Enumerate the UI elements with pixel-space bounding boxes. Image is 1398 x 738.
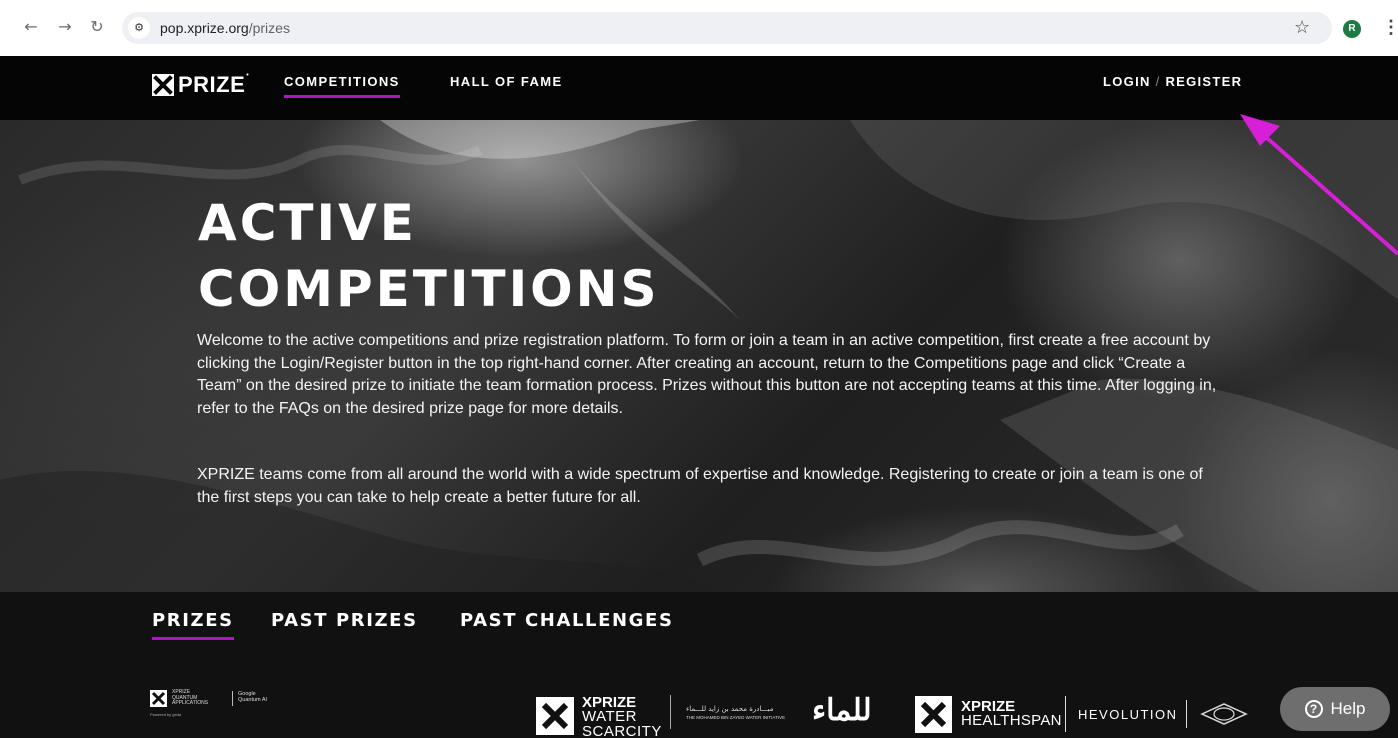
x-logo-icon [152,74,174,96]
google-quantum-logo: Google Quantum AI [238,691,268,703]
login-separator: / [1155,74,1161,89]
hero-banner: ACTIVE COMPETITIONS Welcome to the activ… [0,120,1398,592]
login-register[interactable]: LOGIN / REGISTER [1103,74,1242,89]
teams-paragraph: XPRIZE teams come from all around the wo… [197,466,1203,506]
forward-icon[interactable]: → [54,16,76,38]
bookmark-star-icon[interactable]: ☆ [1294,17,1310,39]
nav-hall-of-fame[interactable]: HALL OF FAME [450,74,563,89]
divider [1065,696,1066,732]
x-logo-icon [536,697,574,735]
powered-by-text: Powered by geda [150,712,182,717]
page-title: ACTIVE COMPETITIONS [198,194,660,318]
divider [1186,700,1187,728]
water-logo-line3: SCARCITY [582,723,662,738]
solve-fshd-logo [1200,703,1248,725]
divider [232,691,233,706]
nav-competitions[interactable]: COMPETITIONS [284,74,400,98]
address-bar[interactable]: ⚙ pop.xprize.org/prizes [122,12,1332,44]
intro-paragraph: Welcome to the active competitions and p… [197,332,1217,417]
site-header: PRIZE• COMPETITIONS HALL OF FAME LOGIN /… [0,56,1398,120]
x-logo-icon [150,690,167,707]
help-button[interactable]: ? Help [1280,687,1390,731]
browser-toolbar: ← → ↻ ⚙ pop.xprize.org/prizes ☆ R ⋮ [0,0,1398,56]
reload-icon[interactable]: ↻ [86,16,108,38]
tab-prizes[interactable]: PRIZES [152,610,234,640]
mbz-arabic-text: مبـــادرة محمد بن زايد للـــماء [686,705,774,713]
url-text[interactable]: pop.xprize.org/prizes [160,20,290,36]
xprize-logo[interactable]: PRIZE• [152,72,250,97]
tab-past-challenges[interactable]: PAST CHALLENGES [460,610,674,631]
quantum-logo-text: XPRIZE QUANTUM APPLICATIONS [172,689,209,706]
help-label: Help [1330,699,1366,718]
annotation-arrow [1240,114,1398,256]
hevolution-logo: HEVOLUTION [1078,707,1178,722]
healthspan-logo-line2: HEALTHSPAN [961,712,1062,729]
site-settings-icon[interactable]: ⚙ [128,17,150,39]
divider [670,695,671,729]
arabic-water-wordmark: للماء [812,693,872,728]
login-link[interactable]: LOGIN [1103,74,1151,89]
profile-avatar[interactable]: R [1343,20,1361,38]
logo-wordmark: PRIZE• [178,72,250,97]
water-logo-line2: WATER [582,708,637,725]
tab-past-prizes[interactable]: PAST PRIZES [271,610,418,631]
browser-menu-icon[interactable]: ⋮ [1382,16,1398,38]
x-logo-icon [915,696,952,733]
register-link[interactable]: REGISTER [1165,74,1242,89]
mbz-english-text: THE MOHAMED BIN ZAYED WATER INITIATIVE [686,715,786,720]
back-icon[interactable]: ← [20,16,42,38]
question-icon: ? [1304,700,1323,718]
